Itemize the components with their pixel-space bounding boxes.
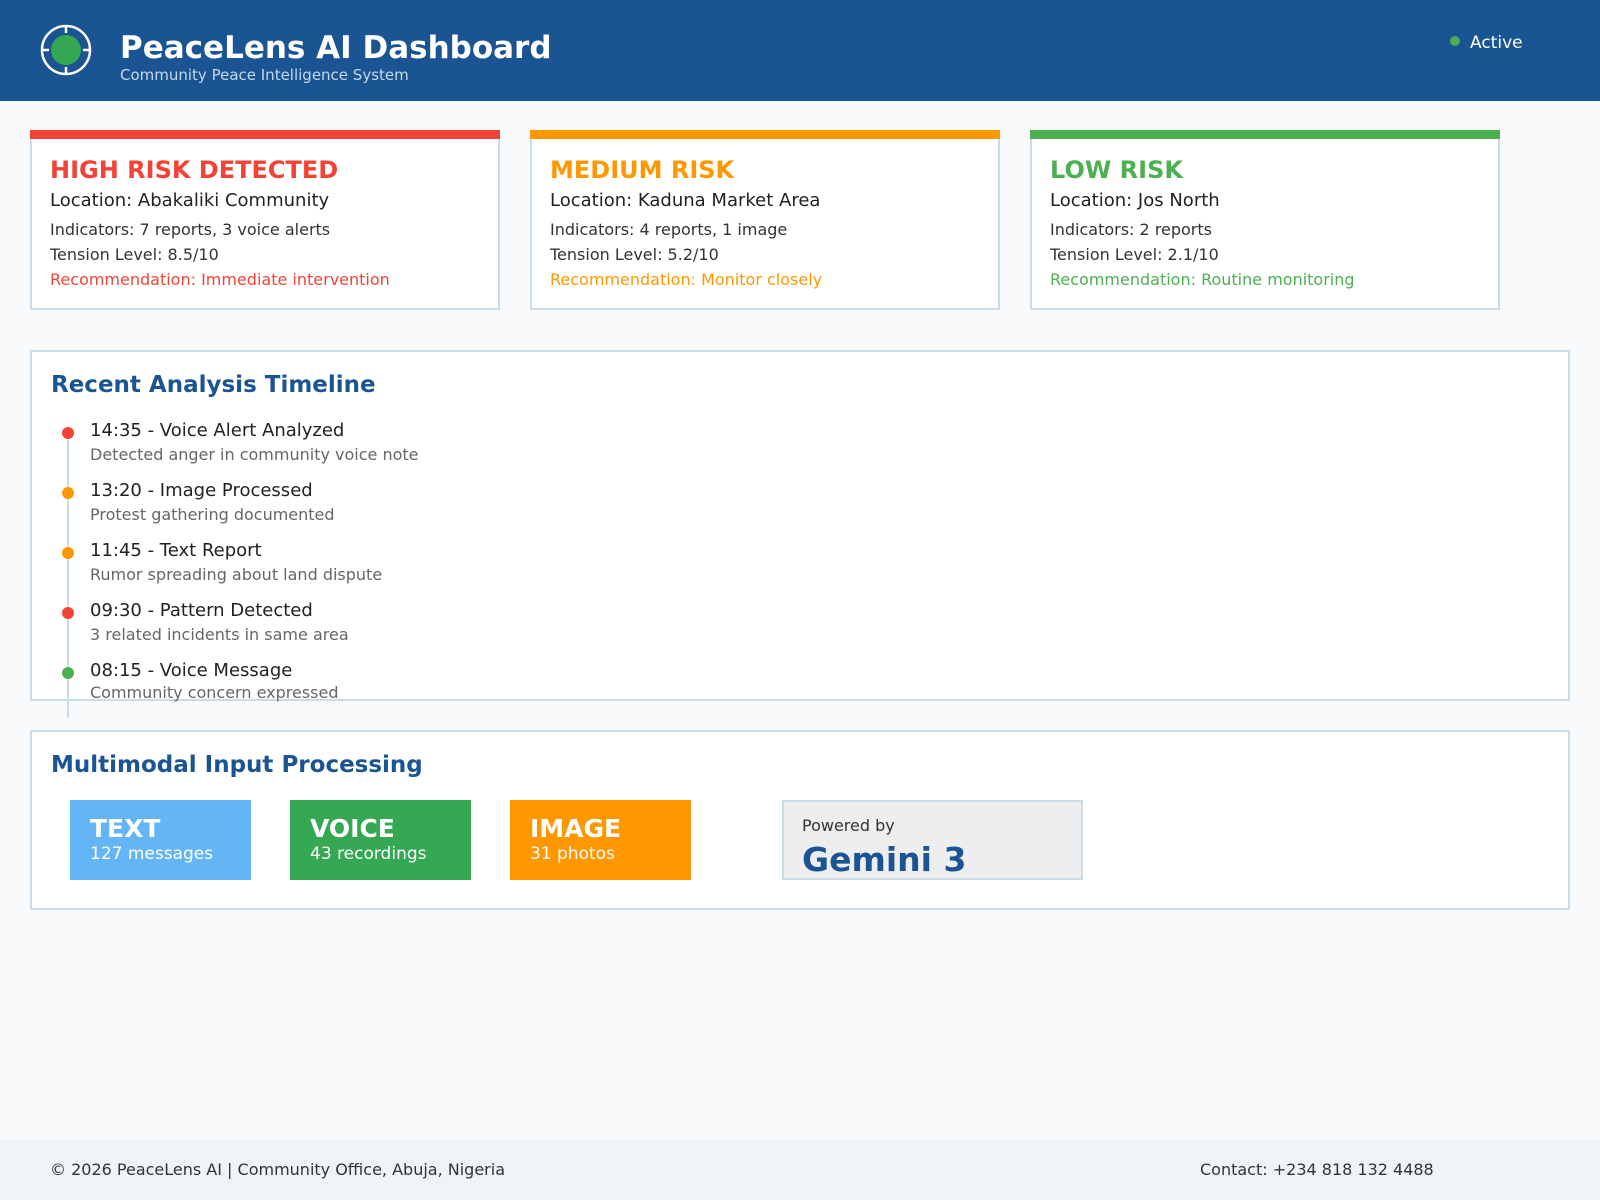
timeline-heading: 11:45 - Text Report <box>90 540 262 561</box>
globe-target-icon <box>40 24 92 76</box>
timeline-description: Community concern expressed <box>90 683 339 702</box>
app-subtitle: Community Peace Intelligence System <box>120 66 409 84</box>
risk-tension: Tension Level: 5.2/10 <box>550 245 719 264</box>
app-title: PeaceLens AI Dashboard <box>120 30 552 66</box>
system-status: Active <box>1450 33 1523 53</box>
timeline-panel: Recent Analysis Timeline 14:35 - Voice A… <box>30 350 1570 718</box>
risk-tension: Tension Level: 8.5/10 <box>50 245 219 264</box>
footer-contact: Contact: +234 818 132 4488 <box>1200 1160 1434 1179</box>
input-voice-tile[interactable]: VOICE 43 recordings <box>290 800 471 880</box>
input-label: TEXT <box>90 814 161 843</box>
input-image-tile[interactable]: IMAGE 31 photos <box>510 800 691 880</box>
risk-location: Location: Jos North <box>1050 190 1220 211</box>
risk-bar-high <box>30 130 500 139</box>
risk-location: Location: Abakaliki Community <box>50 190 330 211</box>
risk-card-low[interactable]: LOW RISK Location: Jos North Indicators:… <box>1030 130 1500 310</box>
risk-location: Location: Kaduna Market Area <box>550 190 821 211</box>
timeline-dot <box>62 427 74 439</box>
timeline-description: Rumor spreading about land dispute <box>90 565 383 584</box>
timeline-title: Recent Analysis Timeline <box>51 372 376 398</box>
risk-indicators: Indicators: 2 reports <box>1050 220 1212 239</box>
timeline-dot <box>62 667 74 679</box>
risk-tension: Tension Level: 2.1/10 <box>1050 245 1219 264</box>
timeline-heading: 08:15 - Voice Message <box>90 660 293 681</box>
input-label: VOICE <box>310 814 395 843</box>
timeline-description: 3 related incidents in same area <box>90 625 349 644</box>
risk-title: MEDIUM RISK <box>550 156 735 184</box>
powered-by-badge: Powered by Gemini 3 <box>782 800 1083 880</box>
risk-card-medium[interactable]: MEDIUM RISK Location: Kaduna Market Area… <box>530 130 1000 310</box>
input-count: 43 recordings <box>310 844 427 864</box>
risk-indicators: Indicators: 7 reports, 3 voice alerts <box>50 220 331 239</box>
timeline-description: Detected anger in community voice note <box>90 445 419 464</box>
timeline-heading: 13:20 - Image Processed <box>90 480 313 501</box>
powered-by-label: Powered by <box>802 816 895 835</box>
risk-recommendation: Recommendation: Monitor closely <box>550 270 823 289</box>
input-text-tile[interactable]: TEXT 127 messages <box>70 800 251 880</box>
risk-indicators: Indicators: 4 reports, 1 image <box>550 220 788 239</box>
risk-recommendation: Recommendation: Routine monitoring <box>1050 270 1355 289</box>
multimodal-title: Multimodal Input Processing <box>51 752 423 778</box>
page-footer: © 2026 PeaceLens AI | Community Office, … <box>0 1140 1600 1200</box>
timeline-dot <box>62 547 74 559</box>
multimodal-panel: Multimodal Input Processing TEXT 127 mes… <box>30 730 1570 910</box>
timeline-heading: 09:30 - Pattern Detected <box>90 600 313 621</box>
input-count: 127 messages <box>90 844 214 864</box>
risk-bar-medium <box>530 130 1000 139</box>
risk-bar-low <box>1030 130 1500 139</box>
risk-title: HIGH RISK DETECTED <box>50 156 339 184</box>
risk-card-high[interactable]: HIGH RISK DETECTED Location: Abakaliki C… <box>30 130 500 310</box>
status-dot-icon <box>1450 36 1460 46</box>
timeline-dot <box>62 487 74 499</box>
risk-recommendation: Recommendation: Immediate intervention <box>50 270 390 289</box>
risk-title: LOW RISK <box>1050 156 1183 184</box>
input-count: 31 photos <box>530 844 615 864</box>
timeline-heading: 14:35 - Voice Alert Analyzed <box>90 420 345 441</box>
status-label: Active <box>1470 33 1523 53</box>
footer-copyright: © 2026 PeaceLens AI | Community Office, … <box>50 1160 505 1179</box>
app-header: PeaceLens AI Dashboard Community Peace I… <box>0 0 1600 101</box>
input-label: IMAGE <box>530 814 622 843</box>
timeline-description: Protest gathering documented <box>90 505 335 524</box>
engine-name: Gemini 3 <box>802 840 967 879</box>
timeline-dot <box>62 607 74 619</box>
